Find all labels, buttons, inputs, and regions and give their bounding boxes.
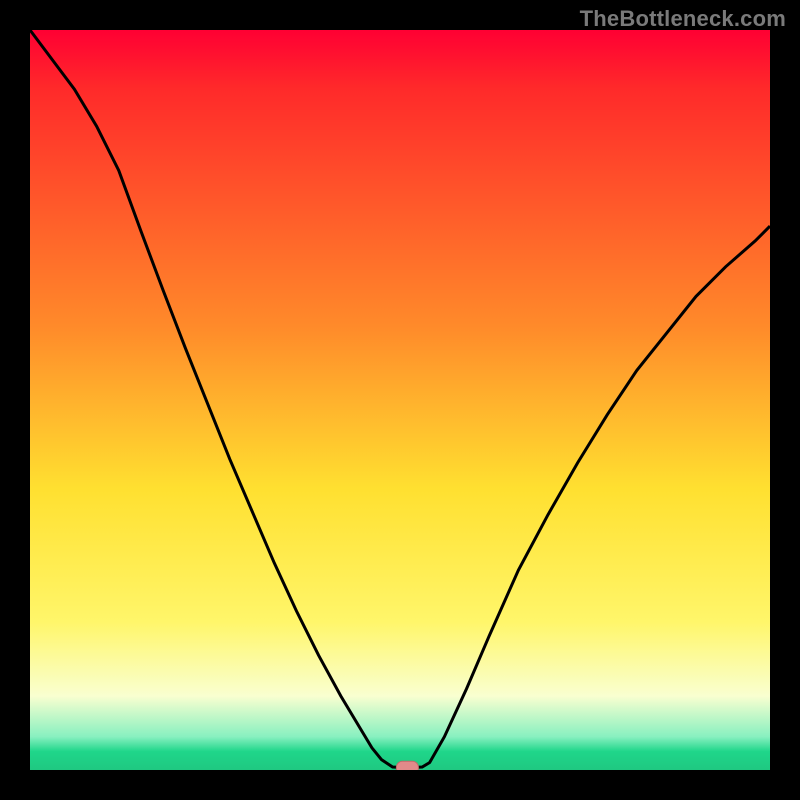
bottleneck-chart — [30, 30, 770, 770]
watermark-text: TheBottleneck.com — [580, 6, 786, 32]
gradient-background — [30, 30, 770, 770]
plot-area — [30, 30, 770, 770]
chart-frame: TheBottleneck.com — [0, 0, 800, 800]
optimal-point-marker — [396, 761, 418, 770]
